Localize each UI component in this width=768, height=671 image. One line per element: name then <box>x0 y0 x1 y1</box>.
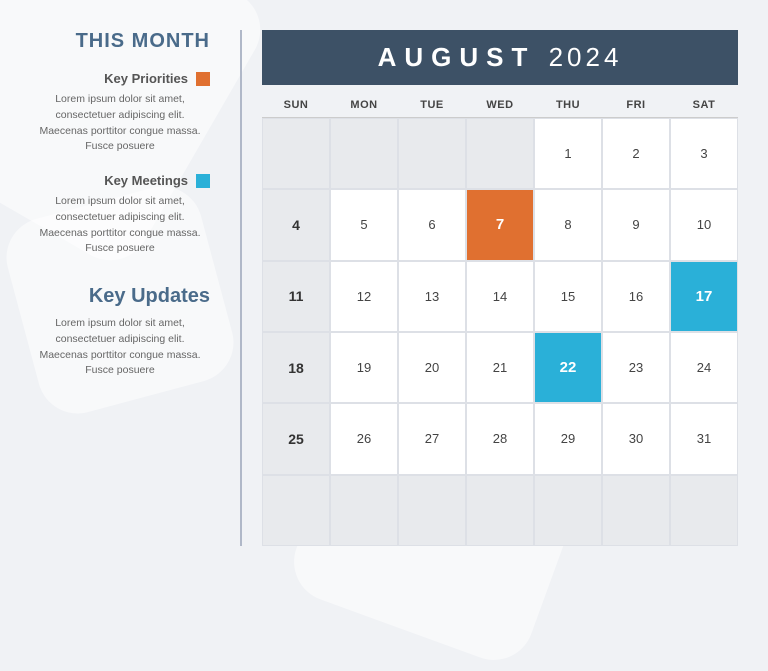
calendar-area: AUGUST 2024 SUNMONTUEWEDTHUFRISAT1234567… <box>252 30 738 546</box>
day-cell: 20 <box>398 332 466 403</box>
day-cell: 2 <box>602 118 670 189</box>
day-cell: 8 <box>534 189 602 260</box>
priorities-header: Key Priorities <box>30 71 210 86</box>
day-cell: 6 <box>398 189 466 260</box>
day-cell: 11 <box>262 261 330 332</box>
day-header-sat: SAT <box>670 93 738 118</box>
day-cell <box>534 475 602 546</box>
day-cell <box>330 118 398 189</box>
day-cell <box>670 475 738 546</box>
month-header: AUGUST 2024 <box>262 30 738 85</box>
day-cell: 26 <box>330 403 398 474</box>
day-header-mon: MON <box>330 93 398 118</box>
day-cell: 13 <box>398 261 466 332</box>
day-cell: 24 <box>670 332 738 403</box>
day-header-wed: WED <box>466 93 534 118</box>
day-header-fri: FRI <box>602 93 670 118</box>
day-cell: 29 <box>534 403 602 474</box>
day-cell: 31 <box>670 403 738 474</box>
day-cell: 30 <box>602 403 670 474</box>
day-cell: 17 <box>670 261 738 332</box>
day-header-tue: TUE <box>398 93 466 118</box>
day-cell <box>466 475 534 546</box>
day-cell <box>262 475 330 546</box>
priorities-section: Key Priorities Lorem ipsum dolor sit ame… <box>30 71 210 155</box>
meetings-section: Key Meetings Lorem ipsum dolor sit amet,… <box>30 173 210 257</box>
day-cell: 19 <box>330 332 398 403</box>
day-cell: 15 <box>534 261 602 332</box>
day-cell <box>330 475 398 546</box>
day-header-sun: SUN <box>262 93 330 118</box>
day-cell: 14 <box>466 261 534 332</box>
updates-text: Lorem ipsum dolor sit amet, consectetuer… <box>30 316 210 379</box>
day-cell: 21 <box>466 332 534 403</box>
sidebar-divider <box>240 30 242 546</box>
year-value: 2024 <box>549 42 623 72</box>
day-cell: 23 <box>602 332 670 403</box>
updates-section: Key Updates Lorem ipsum dolor sit amet, … <box>30 285 210 379</box>
day-cell <box>602 475 670 546</box>
day-cell: 27 <box>398 403 466 474</box>
day-cell <box>398 118 466 189</box>
day-header-thu: THU <box>534 93 602 118</box>
meetings-text: Lorem ipsum dolor sit amet, consectetuer… <box>30 194 210 257</box>
day-cell: 1 <box>534 118 602 189</box>
day-cell <box>466 118 534 189</box>
day-cell: 12 <box>330 261 398 332</box>
priorities-color-indicator <box>196 72 210 86</box>
page-wrapper: THIS MONTH Key Priorities Lorem ipsum do… <box>0 0 768 576</box>
sidebar-title: THIS MONTH <box>30 30 210 53</box>
day-cell: 25 <box>262 403 330 474</box>
meetings-header: Key Meetings <box>30 173 210 188</box>
day-cell <box>262 118 330 189</box>
priorities-text: Lorem ipsum dolor sit amet, consectetuer… <box>30 92 210 155</box>
day-cell: 3 <box>670 118 738 189</box>
day-cell: 9 <box>602 189 670 260</box>
day-cell: 22 <box>534 332 602 403</box>
day-cell: 28 <box>466 403 534 474</box>
updates-title: Key Updates <box>30 285 210 308</box>
meetings-label: Key Meetings <box>104 173 188 188</box>
day-cell: 10 <box>670 189 738 260</box>
day-cell: 4 <box>262 189 330 260</box>
calendar-grid: SUNMONTUEWEDTHUFRISAT1234567891011121314… <box>262 93 738 546</box>
month-name: AUGUST <box>378 42 536 72</box>
day-cell: 5 <box>330 189 398 260</box>
day-cell: 18 <box>262 332 330 403</box>
meetings-color-indicator <box>196 174 210 188</box>
day-cell <box>398 475 466 546</box>
day-cell: 16 <box>602 261 670 332</box>
priorities-label: Key Priorities <box>104 71 188 86</box>
day-cell: 7 <box>466 189 534 260</box>
sidebar: THIS MONTH Key Priorities Lorem ipsum do… <box>30 30 230 546</box>
